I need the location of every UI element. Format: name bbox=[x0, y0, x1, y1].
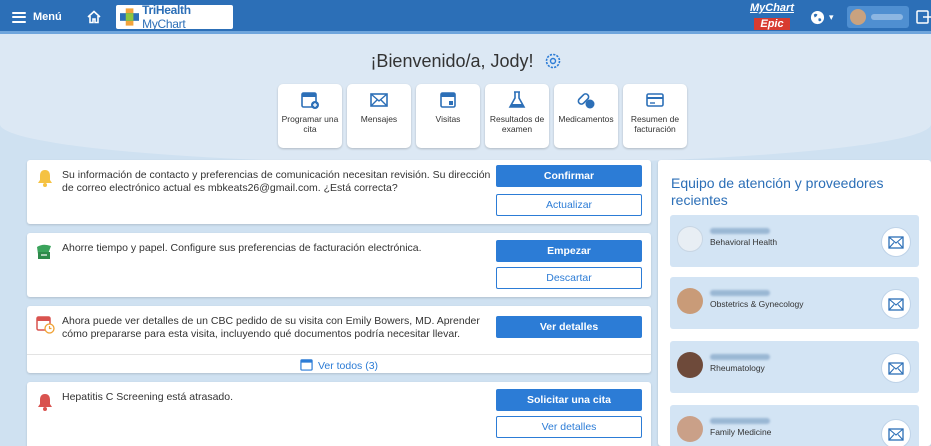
provider-card[interactable]: Family Medicine bbox=[670, 405, 919, 446]
provider-name-redacted bbox=[710, 228, 770, 234]
ebilling-card: Ahorre tiempo y papel. Configure sus pre… bbox=[27, 233, 651, 297]
provider-specialty: Family Medicine bbox=[710, 427, 772, 437]
quick-action-medications[interactable]: Medicamentos bbox=[554, 84, 618, 148]
calendar-clock-icon bbox=[36, 316, 55, 334]
welcome-heading: ¡Bienvenido/a, Jody! bbox=[0, 50, 931, 72]
view-all-link[interactable]: Ver todos (3) bbox=[27, 354, 651, 376]
user-account-button[interactable] bbox=[847, 6, 909, 28]
provider-avatar bbox=[677, 226, 703, 252]
screening-message: Hepatitis C Screening está atrasado. bbox=[62, 391, 234, 403]
provider-avatar bbox=[677, 352, 703, 378]
update-button[interactable]: Actualizar bbox=[496, 194, 642, 216]
provider-specialty: Obstetrics & Gynecology bbox=[710, 299, 804, 309]
avatar bbox=[850, 9, 866, 25]
view-all-label: Ver todos (3) bbox=[317, 360, 379, 372]
view-details-button[interactable]: Ver detalles bbox=[496, 316, 642, 338]
request-appointment-button[interactable]: Solicitar una cita bbox=[496, 389, 642, 411]
envelope-icon bbox=[888, 297, 904, 311]
calendar-icon bbox=[300, 359, 313, 371]
envelope-icon bbox=[888, 427, 904, 441]
screening-card: Hepatitis C Screening está atrasado. Sol… bbox=[27, 382, 651, 446]
globe-icon bbox=[810, 10, 825, 24]
provider-card[interactable]: Rheumatology bbox=[670, 341, 919, 393]
brand-name: TriHealth bbox=[142, 3, 191, 17]
quick-action-label: Mensajes bbox=[360, 114, 398, 124]
message-provider-button[interactable] bbox=[881, 289, 911, 319]
confirm-button[interactable]: Confirmar bbox=[496, 165, 642, 187]
visit-details-card: Ahora puede ver detalles de un CBC pedid… bbox=[27, 306, 651, 373]
quick-action-label: Visitas bbox=[435, 114, 461, 124]
gear-icon[interactable] bbox=[545, 53, 561, 69]
quick-action-schedule[interactable]: Programar una cita bbox=[278, 84, 342, 148]
ebilling-message: Ahorre tiempo y papel. Configure sus pre… bbox=[62, 242, 422, 254]
epic-wordmark: Epic bbox=[754, 18, 790, 30]
screening-view-details-button[interactable]: Ver detalles bbox=[496, 416, 642, 438]
message-provider-button[interactable] bbox=[881, 353, 911, 383]
message-provider-button[interactable] bbox=[881, 419, 911, 446]
paperless-billing-icon bbox=[37, 244, 51, 259]
menu-label: Menú bbox=[33, 11, 62, 23]
trihealth-logo[interactable]: TriHealth MyChart bbox=[116, 3, 233, 31]
envelope-icon bbox=[888, 235, 904, 249]
quick-action-visits[interactable]: Visitas bbox=[416, 84, 480, 148]
envelope-icon bbox=[888, 361, 904, 375]
quick-action-label: Programar una cita bbox=[281, 114, 339, 134]
trihealth-cross-icon bbox=[120, 8, 140, 26]
top-navigation-bar: Menú TriHealth MyChart MyChart Epic ▾ bbox=[0, 0, 931, 34]
provider-specialty: Rheumatology bbox=[710, 363, 765, 373]
provider-specialty: Behavioral Health bbox=[710, 237, 778, 247]
visit-details-message: Ahora puede ver detalles de un CBC pedid… bbox=[62, 315, 480, 340]
flask-icon bbox=[508, 91, 526, 108]
message-provider-button[interactable] bbox=[881, 227, 911, 257]
provider-avatar bbox=[677, 416, 703, 442]
provider-name-redacted bbox=[710, 418, 770, 424]
credit-card-icon bbox=[646, 93, 664, 107]
language-button[interactable]: ▾ bbox=[810, 9, 838, 25]
care-team-panel: Equipo de atención y proveedores recient… bbox=[658, 160, 931, 446]
calendar-icon bbox=[440, 92, 456, 108]
contact-info-card: Su información de contacto y preferencia… bbox=[27, 160, 651, 224]
welcome-text: ¡Bienvenido/a, Jody! bbox=[370, 50, 534, 71]
chevron-down-icon: ▾ bbox=[829, 11, 834, 22]
envelope-icon bbox=[370, 93, 388, 107]
provider-name-redacted bbox=[710, 290, 770, 296]
contact-info-message: Su información de contacto y preferencia… bbox=[62, 169, 491, 194]
mychart-epic-logo: MyChart Epic bbox=[748, 3, 796, 31]
care-team-title: Equipo de atención y proveedores recient… bbox=[671, 175, 884, 208]
provider-card[interactable]: Obstetrics & Gynecology bbox=[670, 277, 919, 329]
calendar-plus-icon bbox=[301, 92, 319, 109]
quick-action-test-results[interactable]: Resultados de examen bbox=[485, 84, 549, 148]
pill-icon bbox=[577, 93, 595, 109]
bell-icon bbox=[38, 170, 52, 187]
dismiss-button[interactable]: Descartar bbox=[496, 267, 642, 289]
home-icon[interactable] bbox=[86, 9, 102, 25]
quick-actions-bar: Programar una cita Mensajes Visitas Resu… bbox=[278, 84, 687, 148]
provider-card[interactable]: Behavioral Health bbox=[670, 215, 919, 267]
brand-suffix: MyChart bbox=[142, 17, 186, 31]
quick-action-billing[interactable]: Resumen de facturación bbox=[623, 84, 687, 148]
quick-action-label: Medicamentos bbox=[558, 114, 614, 124]
mychart-wordmark: MyChart bbox=[749, 2, 794, 14]
quick-action-label: Resumen de facturación bbox=[630, 114, 680, 134]
provider-avatar bbox=[677, 288, 703, 314]
alert-bell-icon bbox=[38, 394, 52, 411]
user-name-redacted bbox=[871, 14, 903, 20]
quick-action-messages[interactable]: Mensajes bbox=[347, 84, 411, 148]
hamburger-icon bbox=[12, 11, 26, 23]
quick-action-label: Resultados de examen bbox=[489, 114, 545, 134]
menu-button[interactable]: Menú bbox=[12, 8, 62, 26]
logout-icon[interactable] bbox=[916, 10, 931, 24]
provider-name-redacted bbox=[710, 354, 770, 360]
get-started-button[interactable]: Empezar bbox=[496, 240, 642, 262]
